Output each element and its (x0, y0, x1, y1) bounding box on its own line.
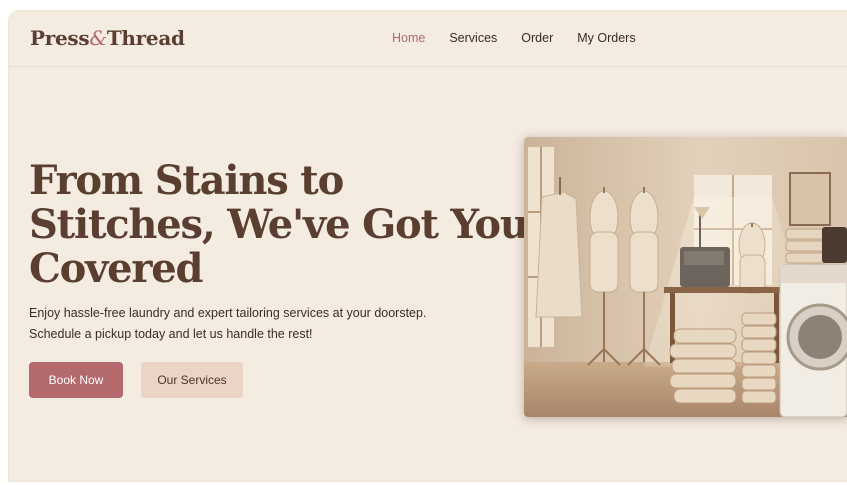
hero-title-line-3: Covered (29, 245, 204, 292)
hero-title: From Stains to Stitches, We've Got You C… (29, 159, 529, 291)
nav-link-order[interactable]: Order (521, 31, 553, 45)
hero-subtitle: Enjoy hassle-free laundry and expert tai… (29, 303, 499, 345)
brand-ampersand: & (89, 26, 107, 50)
nav-link-my-orders[interactable]: My Orders (577, 31, 635, 45)
navbar: Press&Thread Home Services Order My Orde… (9, 11, 847, 67)
hero-image-tailoring-shop (524, 137, 847, 417)
hero-title-line-1: From Stains to (29, 157, 344, 204)
main-nav: Home Services Order My Orders (392, 31, 636, 45)
hero-subtitle-line-2: Schedule a pickup today and let us handl… (29, 327, 313, 341)
book-now-button[interactable]: Book Now (29, 362, 123, 398)
page-frame: Press&Thread Home Services Order My Orde… (9, 11, 847, 481)
nav-link-services[interactable]: Services (449, 31, 497, 45)
brand-logo[interactable]: Press&Thread (30, 26, 185, 50)
nav-link-home[interactable]: Home (392, 31, 425, 45)
hero-title-line-2: Stitches, We've Got You (29, 201, 529, 248)
hero-subtitle-line-1: Enjoy hassle-free laundry and expert tai… (29, 306, 427, 320)
tailoring-shop-illustration (524, 137, 847, 417)
brand-name-part1: Press (30, 26, 90, 50)
our-services-button[interactable]: Our Services (141, 362, 243, 398)
brand-name-part2: Thread (106, 26, 185, 50)
